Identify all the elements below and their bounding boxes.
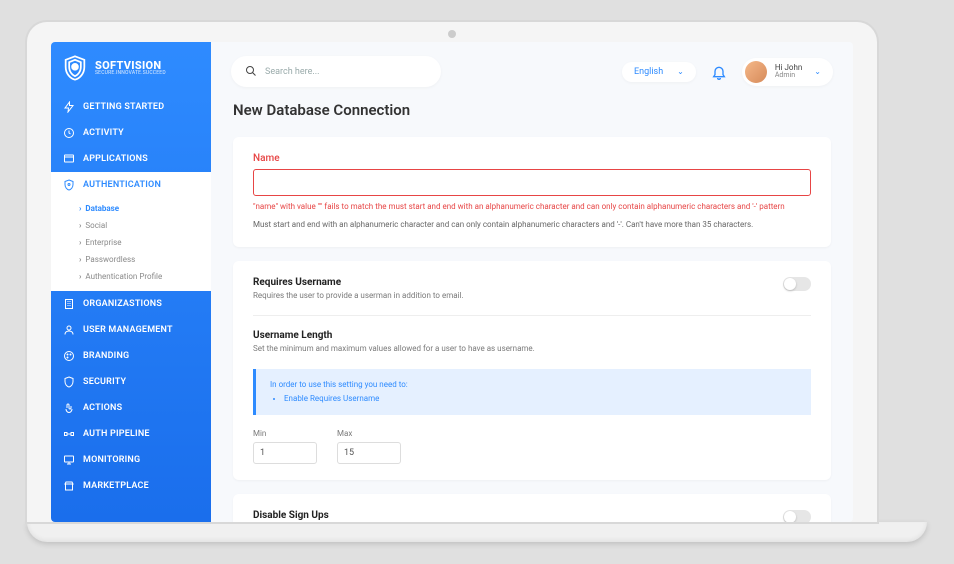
sidebar-item-label: ORGANIZASTIONS: [83, 299, 162, 309]
user-menu[interactable]: Hi John Admin ⌄: [742, 58, 833, 86]
info-box: In order to use this setting you need to…: [253, 369, 811, 415]
sidebar-item-activity[interactable]: ACTIVITY: [51, 120, 211, 146]
monitor-icon: [63, 454, 75, 466]
disable-signups-card: Disable Sign Ups: [233, 494, 831, 522]
info-item: Enable Requires Username: [284, 393, 797, 405]
sidebar-item-label: AUTH PIPELINE: [83, 429, 150, 439]
min-input[interactable]: [253, 442, 317, 464]
username-length-desc: Set the minimum and maximum values allow…: [253, 344, 811, 354]
sidebar-item-organizations[interactable]: ORGANIZASTIONS: [51, 291, 211, 317]
shield-icon: [63, 376, 75, 388]
page-title: New Database Connection: [233, 101, 831, 119]
sidebar-item-actions[interactable]: ACTIONS: [51, 395, 211, 421]
max-input[interactable]: [337, 442, 401, 464]
sidebar-sub-social[interactable]: Social: [51, 217, 211, 234]
language-selector[interactable]: English ⌄: [622, 62, 696, 82]
hand-icon: [63, 402, 75, 414]
requires-username-desc: Requires the user to provide a userman i…: [253, 291, 464, 301]
sidebar-item-label: ACTIVITY: [83, 128, 124, 138]
disable-signups-title: Disable Sign Ups: [253, 510, 329, 521]
sidebar-item-getting-started[interactable]: GETTING STARTED: [51, 94, 211, 120]
username-settings-card: Requires Username Requires the user to p…: [233, 261, 831, 480]
sidebar-item-label: MARKETPLACE: [83, 481, 149, 491]
topbar: English ⌄ Hi John Admin ⌄: [211, 42, 853, 101]
fingerprint-icon: [63, 179, 75, 191]
palette-icon: [63, 350, 75, 362]
sidebar-item-auth-pipeline[interactable]: AUTH PIPELINE: [51, 421, 211, 447]
sidebar-sub-enterprise[interactable]: Enterprise: [51, 234, 211, 251]
sidebar-sub-auth-profile[interactable]: Authentication Profile: [51, 268, 211, 285]
avatar: [745, 61, 767, 83]
name-error: "name" with value "" fails to match the …: [253, 202, 811, 212]
sidebar-item-applications[interactable]: APPLICATIONS: [51, 146, 211, 172]
brand-tagline: SECURE.INNOVATE.SUCCEED: [95, 71, 166, 76]
username-length-title: Username Length: [253, 330, 811, 341]
name-input[interactable]: [253, 169, 811, 196]
name-card: Name "name" with value "" fails to match…: [233, 137, 831, 247]
apps-icon: [63, 153, 75, 165]
users-icon: [63, 324, 75, 336]
laptop-base: [27, 522, 927, 542]
activity-icon: [63, 127, 75, 139]
chevron-down-icon: ⌄: [677, 67, 684, 76]
sidebar: SOFTVISION SECURE.INNOVATE.SUCCEED GETTI…: [51, 42, 211, 522]
sidebar-item-label: SECURITY: [83, 377, 126, 387]
language-label: English: [634, 67, 663, 77]
search-container: [231, 56, 441, 87]
laptop-camera: [448, 30, 456, 38]
sidebar-item-label: USER MANAGEMENT: [83, 325, 173, 335]
store-icon: [63, 480, 75, 492]
sidebar-item-label: AUTHENTICATION: [83, 180, 161, 190]
sidebar-item-marketplace[interactable]: MARKETPLACE: [51, 473, 211, 499]
pipeline-icon: [63, 428, 75, 440]
sidebar-sub-database[interactable]: Database: [51, 200, 211, 217]
user-role: Admin: [775, 72, 802, 79]
name-label: Name: [253, 153, 811, 164]
sidebar-item-label: BRANDING: [83, 351, 129, 361]
sidebar-item-branding[interactable]: BRANDING: [51, 343, 211, 369]
notifications-button[interactable]: [710, 63, 728, 81]
chevron-down-icon: ⌄: [814, 67, 821, 76]
sidebar-item-label: ACTIONS: [83, 403, 122, 413]
brand-logo: SOFTVISION SECURE.INNOVATE.SUCCEED: [51, 42, 211, 94]
sidebar-item-label: GETTING STARTED: [83, 102, 164, 112]
sidebar-item-security[interactable]: SECURITY: [51, 369, 211, 395]
sidebar-item-monitoring[interactable]: MONITORING: [51, 447, 211, 473]
sidebar-item-label: MONITORING: [83, 455, 140, 465]
search-input[interactable]: [265, 67, 427, 77]
requires-username-title: Requires Username: [253, 277, 464, 288]
min-label: Min: [253, 429, 317, 438]
building-icon: [63, 298, 75, 310]
bolt-icon: [63, 101, 75, 113]
divider: [253, 315, 811, 316]
sidebar-item-authentication[interactable]: AUTHENTICATION: [51, 172, 211, 198]
disable-signups-toggle[interactable]: [783, 510, 811, 522]
requires-username-toggle[interactable]: [783, 277, 811, 291]
max-label: Max: [337, 429, 401, 438]
info-heading: In order to use this setting you need to…: [270, 379, 797, 391]
name-help: Must start and end with an alphanumeric …: [253, 220, 811, 230]
sidebar-item-user-management[interactable]: USER MANAGEMENT: [51, 317, 211, 343]
sidebar-sub-passwordless[interactable]: Passwordless: [51, 251, 211, 268]
search-icon: [245, 62, 257, 81]
shield-logo-icon: [61, 54, 89, 82]
sidebar-item-label: APPLICATIONS: [83, 154, 148, 164]
